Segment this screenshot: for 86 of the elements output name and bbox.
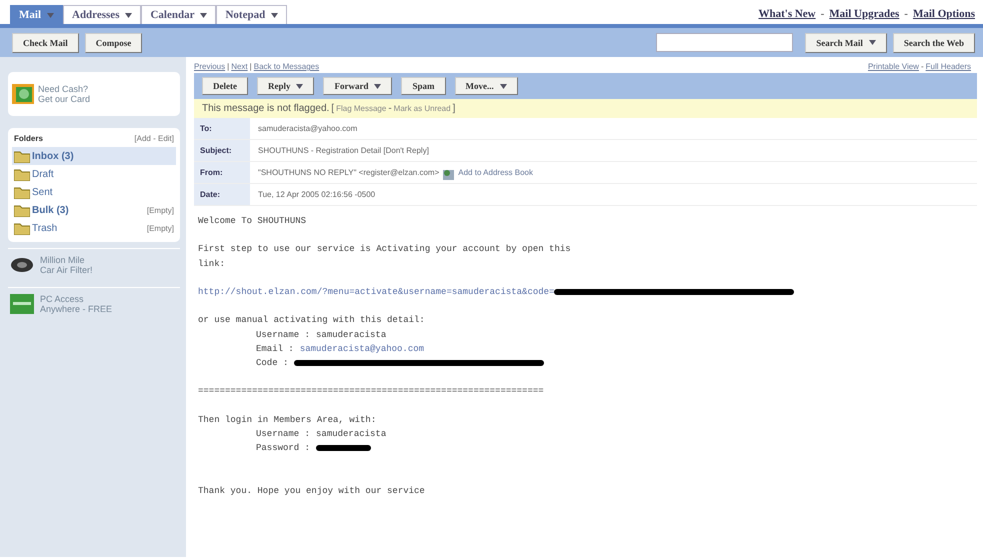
body-text: Then login in Members Area, with: (198, 414, 376, 427)
body-text: link: (198, 258, 226, 271)
action-button[interactable]: Move... (454, 77, 518, 95)
promo-link[interactable]: Need Cash? (38, 84, 90, 94)
search-field[interactable] (656, 33, 794, 52)
ad-link[interactable]: PC Access (40, 294, 112, 304)
nav-link[interactable]: Previous (194, 62, 226, 71)
field-label: Email : (256, 342, 294, 356)
empty-link[interactable]: [Empty] (146, 224, 174, 232)
folder-icon (14, 186, 30, 198)
folder-item[interactable]: Bulk (3) [Empty] (12, 201, 176, 219)
field-label: Username : (256, 428, 310, 441)
folder-item[interactable]: Inbox (3) (12, 147, 176, 165)
caret-icon (200, 12, 208, 18)
folder-icon (14, 168, 30, 180)
body-text: ================================================================ (198, 385, 544, 398)
view-link[interactable]: Printable View (868, 62, 919, 71)
tab[interactable]: Notepad (216, 5, 288, 24)
action-button[interactable]: Forward (323, 77, 392, 95)
top-link[interactable]: What's New (758, 8, 816, 20)
field-label: Username : (256, 328, 310, 342)
add-edit-link[interactable]: [Add - Edit] (134, 134, 174, 143)
activation-link[interactable]: http://shout.elzan.com/?menu=activate&username=samuderacista&code= (198, 284, 554, 300)
toolbar-button[interactable]: Check Mail (12, 32, 79, 52)
header-label: From: (194, 162, 250, 183)
caret-icon (47, 12, 54, 18)
caret-icon (271, 12, 278, 18)
header-value: SHOUTHUNS - Registration Detail [Don't Reply] (258, 146, 429, 155)
add-contact-link[interactable]: Add to Address Book (458, 168, 533, 177)
flag-link[interactable]: Flag Message (336, 104, 386, 113)
folder-icon (14, 222, 30, 234)
action-button[interactable]: Spam (401, 77, 446, 95)
field-value: samuderacista (316, 328, 386, 342)
field-label: Code : (256, 356, 288, 370)
email-link[interactable]: samuderacista@yahoo.com (300, 342, 424, 356)
square-icon (10, 294, 34, 314)
folder-icon (14, 204, 30, 216)
folder-icon (14, 150, 30, 162)
header-label: To: (194, 118, 250, 139)
search-button[interactable]: Search Mail (805, 32, 887, 52)
field-label: Password : (256, 442, 310, 455)
top-link[interactable]: Mail Upgrades (829, 8, 900, 20)
header-label: Subject: (194, 140, 250, 161)
header-label: Date: (194, 184, 250, 205)
view-link[interactable]: Full Headers (926, 62, 971, 71)
toolbar-button[interactable]: Compose (84, 32, 142, 52)
header-value: Tue, 12 Apr 2005 02:16:56 -0500 (258, 190, 376, 199)
tab[interactable]: Addresses (63, 5, 142, 24)
separator-text: | (250, 62, 252, 71)
promo-link[interactable]: Get our Card (38, 94, 90, 104)
flag-status: This message is not flagged. (202, 103, 330, 114)
folder-item[interactable]: Sent (12, 183, 176, 201)
body-text: or use manual activating with this detail: (198, 314, 425, 328)
body-text: Thank you. Hope you enjoy with our service (198, 484, 425, 498)
nav-link[interactable]: Back to Messages (254, 62, 320, 71)
car-filter-icon (10, 256, 34, 274)
separator-text: ] (452, 103, 456, 114)
folder-item[interactable]: Draft (12, 165, 176, 183)
empty-link[interactable]: [Empty] (146, 206, 174, 214)
tab[interactable]: Mail (10, 5, 63, 24)
header-value: "SHOUTHUNS NO REPLY" <register@elzan.com> (258, 168, 440, 177)
ad-link[interactable]: Car Air Filter! (40, 265, 93, 275)
separator-text: - (904, 8, 908, 20)
action-button[interactable]: Reply (256, 77, 314, 95)
ad-link[interactable]: Million Mile (40, 255, 93, 265)
tab[interactable]: Calendar (141, 5, 216, 24)
caret-icon (125, 12, 132, 18)
body-text: First step to use our service is Activating your account by open this (198, 243, 571, 256)
folders-title: Folders (14, 134, 43, 143)
separator-text: - (388, 103, 392, 114)
card-icon (12, 84, 34, 104)
address-book-icon (442, 168, 456, 181)
body-text: Welcome To SHOUTHUNS (198, 215, 306, 228)
ad-link[interactable]: Anywhere - FREE (40, 304, 112, 314)
separator-text: | (227, 62, 230, 71)
flag-link[interactable]: Mark as Unread (394, 104, 451, 113)
search-button[interactable]: Search the Web (892, 32, 975, 52)
folder-item[interactable]: Trash [Empty] (12, 219, 176, 237)
separator-text: [ (331, 103, 334, 114)
header-value: samuderacista@yahoo.com (258, 124, 358, 133)
separator-text: - (920, 62, 924, 71)
nav-link[interactable]: Next (231, 62, 248, 71)
separator-text: - (820, 8, 824, 20)
top-link[interactable]: Mail Options (912, 8, 975, 20)
field-value: samuderacista (316, 428, 386, 441)
action-button[interactable]: Delete (202, 77, 248, 95)
